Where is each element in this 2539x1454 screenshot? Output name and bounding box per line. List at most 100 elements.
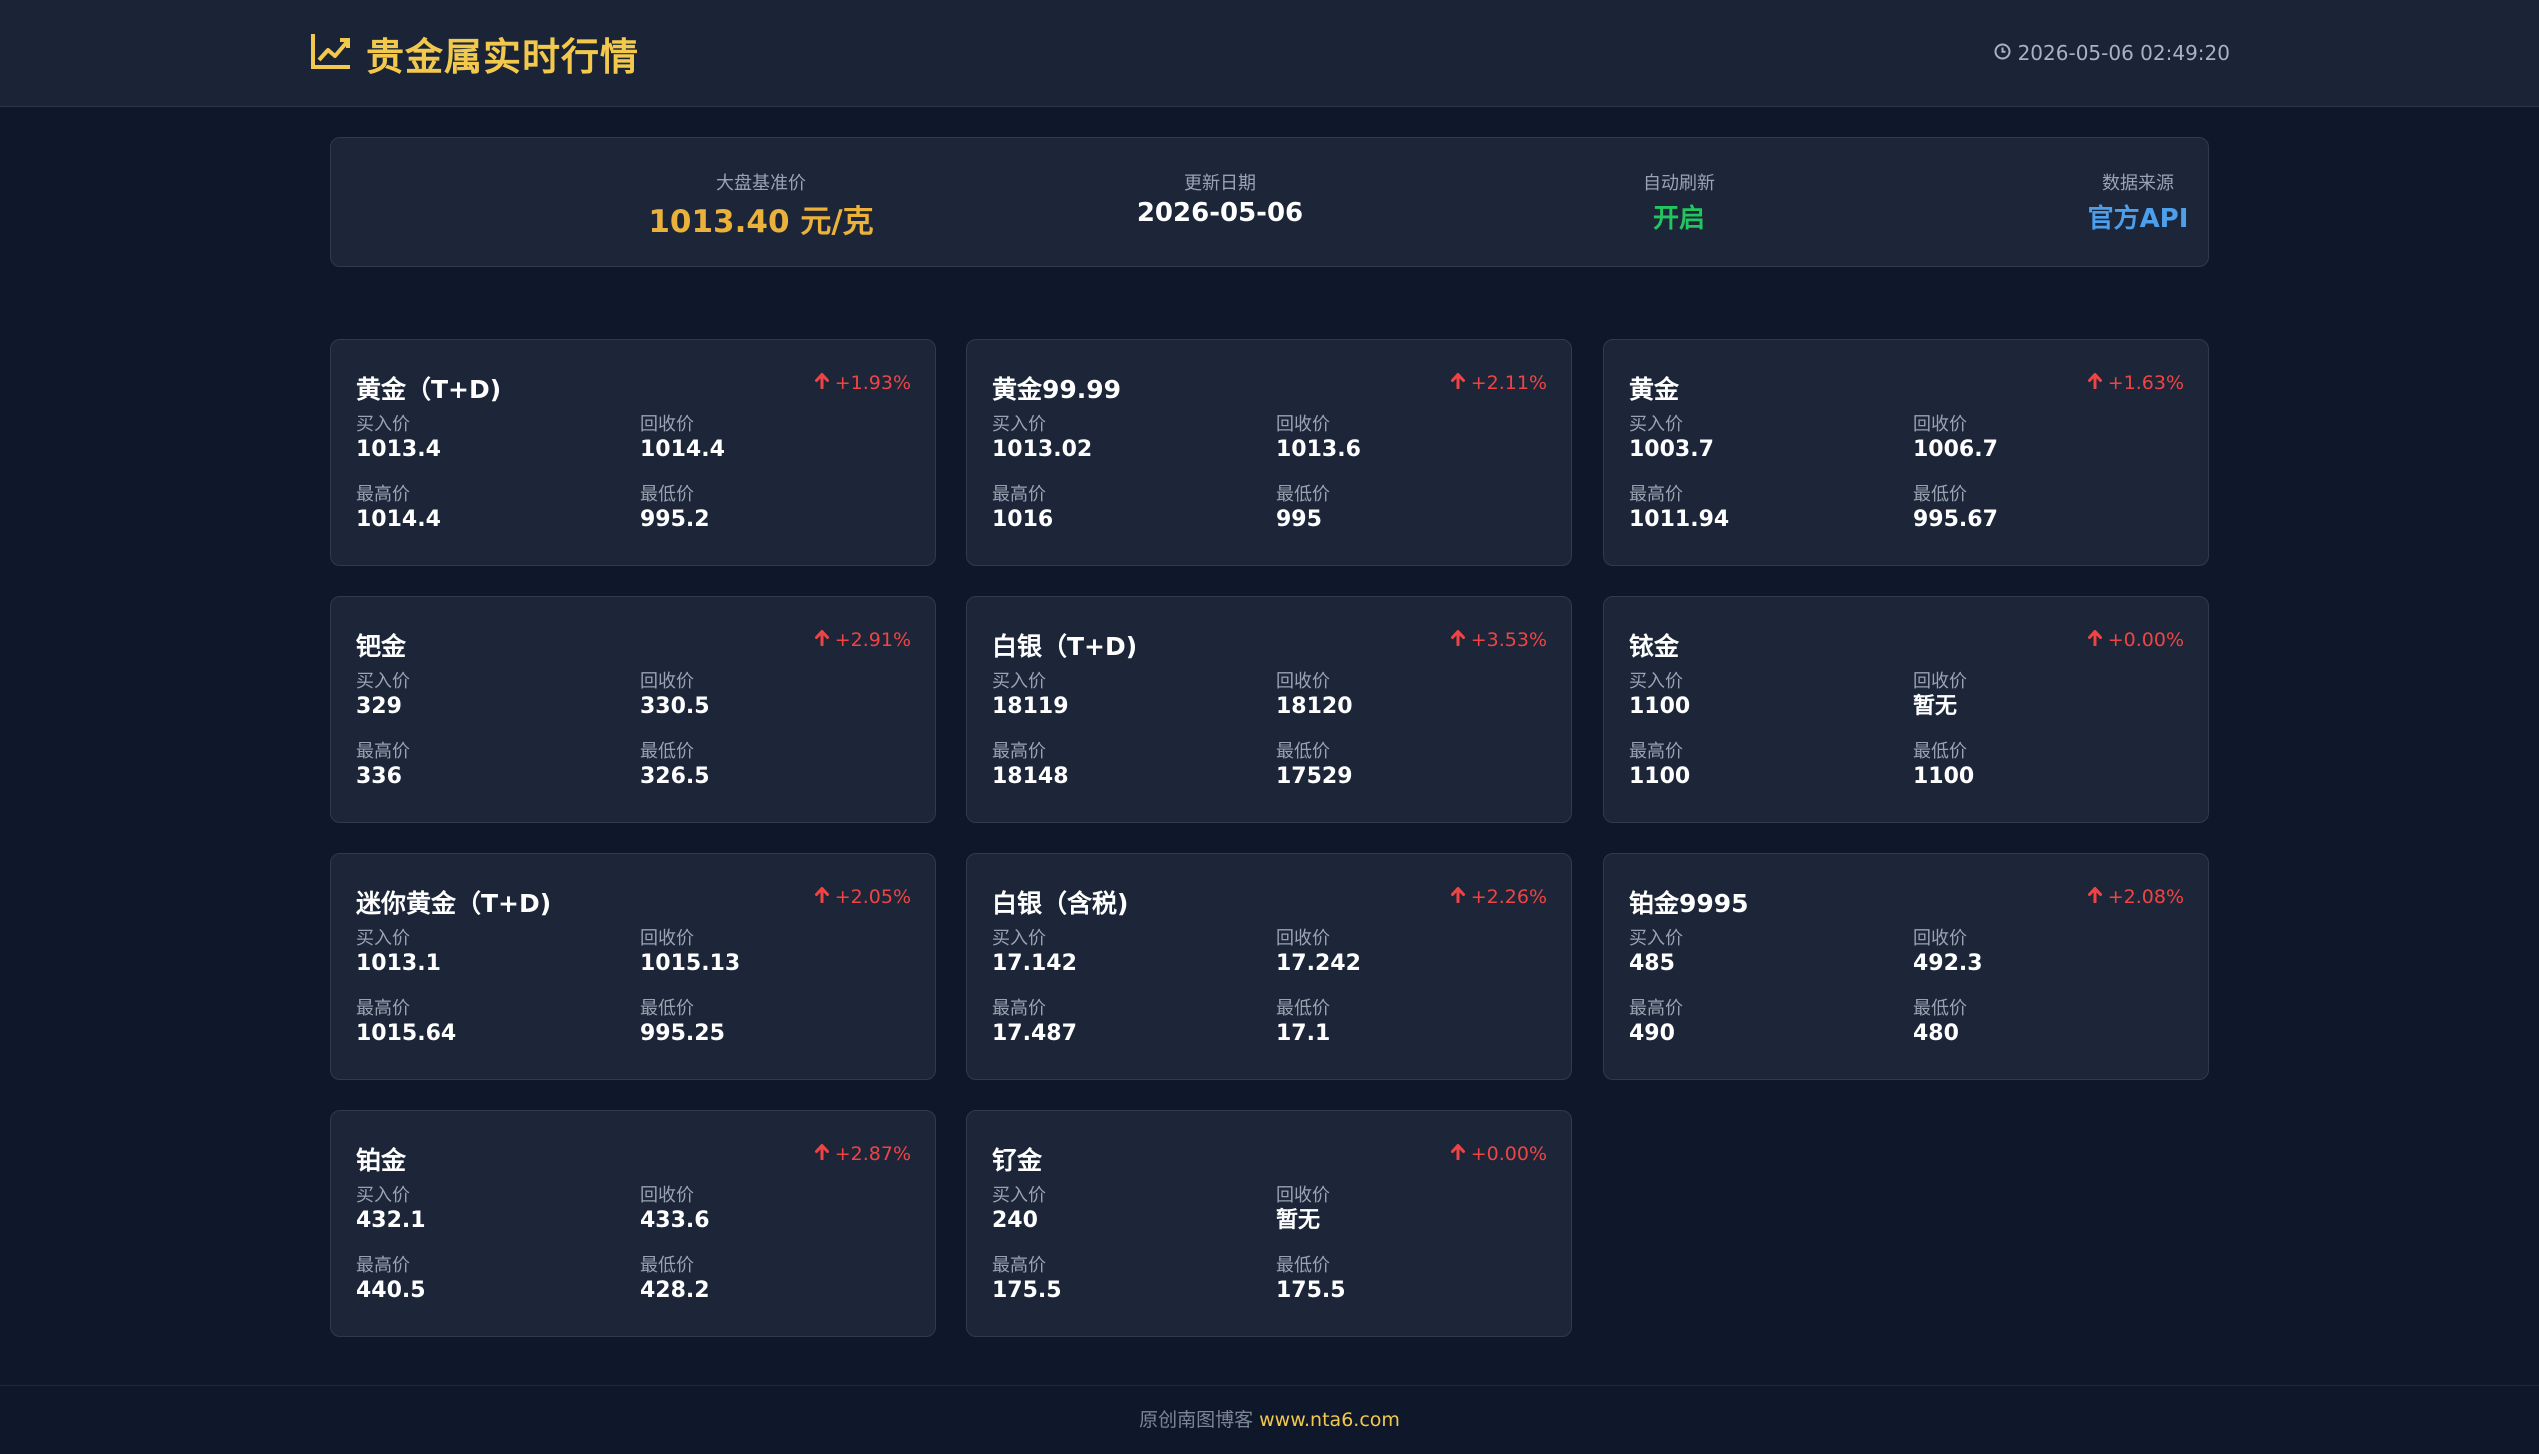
field-label: 回收价 (1276, 414, 1330, 435)
field-value: 1013.6 (1276, 437, 1361, 462)
card-title: 黄金 (1629, 375, 1680, 404)
price-card: 白银（含税) +2.26% 买入价 17.142 回收价 17.242 最高价 17.487 最… (966, 853, 1572, 1080)
field-label: 最低价 (1276, 484, 1330, 505)
top-bar: 贵金属实时行情 2026-05-06 02:49:20 (0, 0, 2539, 107)
field-value: 326.5 (640, 764, 710, 789)
clock-icon (1994, 41, 2011, 65)
field-label: 最高价 (1629, 484, 1683, 505)
field-buy: 买入价 17.142 (992, 928, 1077, 978)
field-high: 最高价 175.5 (992, 1255, 1062, 1305)
field-label: 买入价 (1629, 928, 1683, 949)
arrow-up-icon (2087, 629, 2103, 651)
arrow-up-icon (814, 886, 830, 908)
datetime-text: 2026-05-06 02:49:20 (2017, 41, 2230, 65)
field-value: 暂无 (1913, 694, 1958, 719)
field-value: 175.5 (992, 1278, 1062, 1303)
field-label: 最高价 (356, 1255, 410, 1276)
card-title: 铂金9995 (1629, 889, 1749, 918)
field-high: 最高价 1011.94 (1629, 484, 1729, 534)
field-value: 1100 (1629, 694, 1691, 719)
field-value: 329 (356, 694, 402, 719)
change-value: +2.11% (1470, 372, 1547, 394)
field-value: 18119 (992, 694, 1069, 719)
brand: 贵金属实时行情 (310, 28, 639, 79)
field-label: 回收价 (1913, 414, 1967, 435)
field-buy: 买入价 432.1 (356, 1185, 426, 1235)
field-value: 175.5 (1276, 1278, 1346, 1303)
field-buy: 买入价 240 (992, 1185, 1046, 1235)
field-label: 回收价 (1913, 928, 1967, 949)
change-badge: +1.93% (814, 372, 911, 394)
field-high: 最高价 17.487 (992, 998, 1077, 1048)
price-card: 黄金 +1.63% 买入价 1003.7 回收价 1006.7 最高价 1011.94 最低价 9… (1603, 339, 2209, 566)
field-buy: 买入价 1100 (1629, 671, 1690, 721)
field-value: 1011.94 (1629, 507, 1730, 532)
field-buy: 买入价 18119 (992, 671, 1069, 721)
field-label: 最低价 (1276, 998, 1330, 1019)
stat-update-date: 更新日期 2026-05-06 (1070, 138, 1370, 268)
field-label: 买入价 (1629, 414, 1683, 435)
summary-panel: 大盘基准价 1013.40 元/克 更新日期 2026-05-06 自动刷新 开… (330, 137, 2209, 267)
field-high: 最高价 336 (356, 741, 410, 791)
arrow-up-icon (2087, 886, 2103, 908)
change-value: +0.00% (2107, 629, 2184, 651)
arrow-up-icon (814, 1143, 830, 1165)
footer-text: 原创南图博客 (1139, 1409, 1254, 1431)
field-label: 买入价 (1629, 671, 1683, 692)
field-value: 1016 (992, 507, 1054, 532)
field-value: 995.2 (640, 507, 710, 532)
change-badge: +2.05% (814, 886, 911, 908)
field-buy: 买入价 1003.7 (1629, 414, 1714, 464)
field-label: 最高价 (992, 484, 1046, 505)
field-recycle: 回收价 492.3 (1913, 928, 1983, 978)
stat-value: 2026-05-06 (1136, 198, 1304, 228)
field-recycle: 回收价 433.6 (640, 1185, 710, 1235)
field-value: 1100 (1629, 764, 1691, 789)
footer-link[interactable]: www.nta6.com (1259, 1409, 1400, 1431)
card-title: 白银（T+D) (992, 632, 1138, 661)
field-low: 最低价 17529 (1276, 741, 1353, 791)
field-label: 最低价 (640, 741, 694, 762)
field-recycle: 回收价 18120 (1276, 671, 1353, 721)
card-title: 黄金99.99 (992, 375, 1122, 404)
arrow-up-icon (1450, 629, 1466, 651)
field-value: 995 (1276, 507, 1322, 532)
field-label: 买入价 (356, 414, 410, 435)
field-label: 最低价 (1913, 741, 1967, 762)
field-buy: 买入价 1013.4 (356, 414, 441, 464)
field-high: 最高价 1015.64 (356, 998, 456, 1048)
field-label: 回收价 (640, 1185, 694, 1206)
arrow-up-icon (2087, 372, 2103, 394)
card-title: 黄金（T+D) (356, 375, 502, 404)
stat-label: 更新日期 (1184, 173, 1256, 194)
field-label: 最高价 (1629, 998, 1683, 1019)
field-label: 最高价 (356, 484, 410, 505)
field-low: 最低价 175.5 (1276, 1255, 1346, 1305)
stat-value: 开启 (1652, 204, 1705, 234)
field-recycle: 回收价 1006.7 (1913, 414, 1998, 464)
field-label: 买入价 (992, 1185, 1046, 1206)
field-buy: 买入价 1013.02 (992, 414, 1092, 464)
card-title: 迷你黄金（T+D) (356, 889, 552, 918)
field-value: 1015.13 (640, 951, 741, 976)
field-label: 最高价 (1629, 741, 1683, 762)
field-low: 最低价 1100 (1913, 741, 1974, 791)
stat-auto-refresh: 自动刷新 开启 (1529, 138, 1829, 268)
field-recycle: 回收价 1015.13 (640, 928, 740, 978)
field-low: 最低价 17.1 (1276, 998, 1330, 1048)
field-label: 买入价 (992, 414, 1046, 435)
field-value: 17.1 (1276, 1021, 1331, 1046)
field-recycle: 回收价 1013.6 (1276, 414, 1361, 464)
chart-line-icon (310, 32, 352, 74)
field-value: 1015.64 (356, 1021, 457, 1046)
arrow-up-icon (1450, 886, 1466, 908)
field-low: 最低价 428.2 (640, 1255, 710, 1305)
field-label: 买入价 (356, 671, 410, 692)
stat-base-price: 大盘基准价 1013.40 元/克 (611, 138, 911, 268)
field-value: 1013.1 (356, 951, 441, 976)
field-label: 买入价 (356, 1185, 410, 1206)
price-card: 迷你黄金（T+D) +2.05% 买入价 1013.1 回收价 1015.13 最高价 101… (330, 853, 936, 1080)
field-high: 最高价 490 (1629, 998, 1683, 1048)
change-value: +2.26% (1470, 886, 1547, 908)
stat-label: 大盘基准价 (716, 173, 806, 194)
